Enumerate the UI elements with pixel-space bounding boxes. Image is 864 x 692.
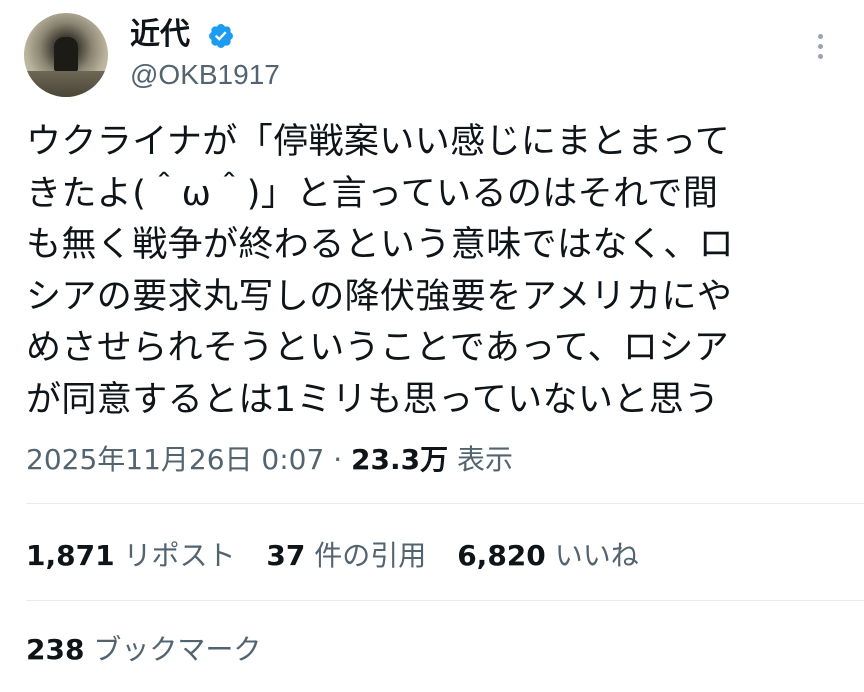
more-vertical-icon[interactable] xyxy=(808,30,832,66)
more-dot xyxy=(817,34,823,39)
author-name[interactable]: 近代 xyxy=(130,17,190,53)
tweet-card: 近代 @OKB1917 ウクライナが「停戦案いい感じにまとまって きたよ(＾ω＾… xyxy=(0,0,864,692)
reposts-count: 1,871 xyxy=(26,539,115,572)
divider xyxy=(26,600,864,601)
engagement-stats: 1,871 リポスト 37 件の引用 6,820 いいね xyxy=(26,538,661,574)
more-dot xyxy=(817,44,823,49)
avatar-floor-shape xyxy=(24,71,108,97)
avatar-tunnel-shape xyxy=(54,37,78,71)
timestamp[interactable]: 2025年11月26日 0:07 xyxy=(26,443,324,476)
views-count: 23.3万 xyxy=(351,443,449,476)
bookmarks-stat[interactable]: 238 ブックマーク xyxy=(26,632,261,668)
avatar[interactable] xyxy=(24,13,108,97)
likes-stat[interactable]: 6,820 いいね xyxy=(457,538,639,574)
author-handle[interactable]: @OKB1917 xyxy=(130,58,280,92)
reposts-label: リポスト xyxy=(123,539,236,572)
verified-badge-icon xyxy=(209,24,233,48)
likes-label: いいね xyxy=(554,539,639,572)
tweet-meta: 2025年11月26日 0:07 · 23.3万 表示 xyxy=(26,442,513,478)
likes-count: 6,820 xyxy=(457,539,546,572)
meta-separator: · xyxy=(333,443,343,476)
divider xyxy=(26,503,864,504)
quotes-count: 37 xyxy=(266,539,306,572)
bookmarks-count: 238 xyxy=(26,633,85,666)
reposts-stat[interactable]: 1,871 リポスト xyxy=(26,538,236,574)
quotes-label: 件の引用 xyxy=(314,539,427,572)
tweet-text: ウクライナが「停戦案いい感じにまとまって きたよ(＾ω＾)」と言っているのはそれ… xyxy=(26,122,735,420)
views-label: 表示 xyxy=(457,443,514,476)
quotes-stat[interactable]: 37 件の引用 xyxy=(266,538,426,574)
bookmarks-label: ブックマーク xyxy=(93,633,262,666)
more-dot xyxy=(817,54,823,59)
